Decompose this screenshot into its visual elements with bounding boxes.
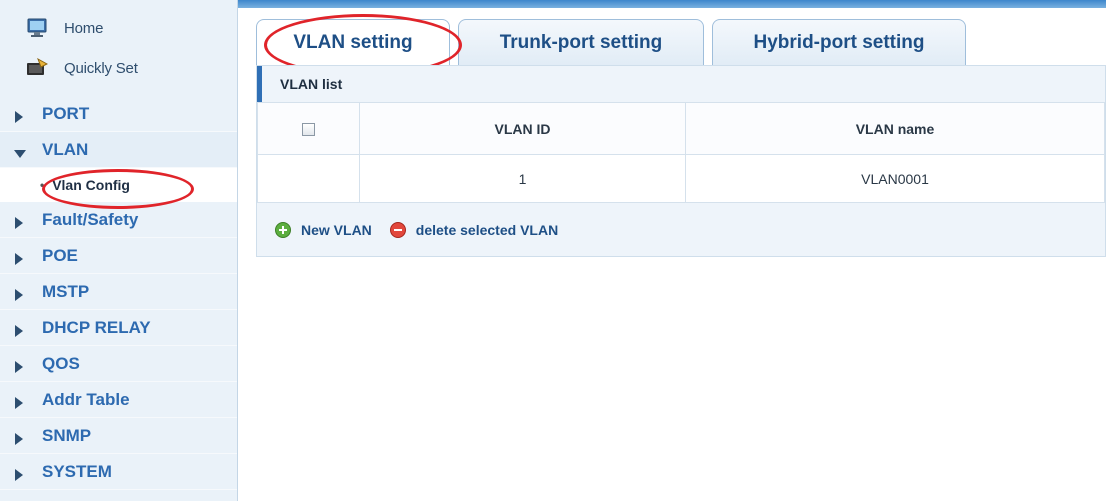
home-link[interactable]: Home <box>0 8 237 48</box>
table-header-row: VLAN ID VLAN name <box>257 102 1105 155</box>
delete-selected-vlan-button[interactable]: delete selected VLAN <box>389 222 559 238</box>
column-header-vlan-name: VLAN name <box>685 102 1105 155</box>
cell-vlan-id: 1 <box>359 154 686 203</box>
vlan-panel: VLAN list VLAN ID VLAN name 1 VLAN0001 N… <box>256 65 1106 257</box>
remove-circle-icon <box>389 222 406 238</box>
quickly-set-label: Quickly Set <box>64 59 138 77</box>
triangle-right-icon <box>14 108 24 123</box>
tab-trunk-port-setting[interactable]: Trunk-port setting <box>458 19 704 65</box>
delete-selected-vlan-label: delete selected VLAN <box>415 222 559 238</box>
select-all-cell <box>257 102 360 155</box>
quick-set-icon <box>26 57 49 78</box>
menu-poe-label: POE <box>42 245 78 265</box>
top-accent-bar <box>238 0 1106 8</box>
triangle-right-icon <box>14 214 24 229</box>
submenu-vlan-config-label: Vlan Config <box>52 177 130 193</box>
triangle-right-icon <box>14 466 24 481</box>
menu-snmp[interactable]: SNMP <box>0 418 237 454</box>
tab-bar: VLAN setting Trunk-port setting Hybrid-p… <box>256 19 974 65</box>
app-root: Home Quickly Set PORT VLAN • Vlan Config… <box>0 0 1106 501</box>
sidebar-top: Home Quickly Set <box>0 0 237 96</box>
action-bar: New VLAN delete selected VLAN <box>257 203 1105 257</box>
select-all-checkbox[interactable] <box>302 123 315 137</box>
triangle-right-icon <box>14 250 24 265</box>
vlan-list-title: VLAN list <box>257 66 1105 102</box>
menu-mstp-label: MSTP <box>42 281 90 301</box>
tab-trunk-port-setting-label: Trunk-port setting <box>499 31 663 53</box>
vlan-list-title-text: VLAN list <box>280 76 343 92</box>
tab-hybrid-port-setting-label: Hybrid-port setting <box>753 31 925 53</box>
triangle-down-icon <box>14 144 26 158</box>
tab-vlan-setting[interactable]: VLAN setting <box>256 19 450 65</box>
menu-fault-safety-label: Fault/Safety <box>42 209 139 229</box>
menu-dhcp-relay[interactable]: DHCP RELAY <box>0 310 237 346</box>
triangle-right-icon <box>14 358 24 373</box>
menu-vlan-label: VLAN <box>42 139 89 159</box>
bullet-icon: • <box>40 178 45 192</box>
new-vlan-button[interactable]: New VLAN <box>275 222 372 238</box>
submenu-vlan-config[interactable]: • Vlan Config <box>0 168 237 202</box>
menu-addr-table[interactable]: Addr Table <box>0 382 237 418</box>
triangle-right-icon <box>14 394 24 409</box>
sidebar: Home Quickly Set PORT VLAN • Vlan Config… <box>0 0 238 501</box>
menu-port-label: PORT <box>42 103 90 123</box>
column-header-vlan-id: VLAN ID <box>359 102 686 155</box>
quickly-set-link[interactable]: Quickly Set <box>0 48 237 88</box>
menu-snmp-label: SNMP <box>42 425 92 445</box>
home-icon <box>26 18 48 38</box>
menu-system-label: SYSTEM <box>42 461 112 481</box>
tab-vlan-setting-label: VLAN setting <box>293 31 413 53</box>
row-select-cell <box>257 154 360 203</box>
menu-poe[interactable]: POE <box>0 238 237 274</box>
triangle-right-icon <box>14 430 24 445</box>
vlan-table: VLAN ID VLAN name 1 VLAN0001 <box>257 102 1105 203</box>
menu-system[interactable]: SYSTEM <box>0 454 237 490</box>
menu-port[interactable]: PORT <box>0 96 237 132</box>
triangle-right-icon <box>14 286 24 301</box>
menu-qos-label: QOS <box>42 353 80 373</box>
cell-vlan-name: VLAN0001 <box>685 154 1105 203</box>
menu-fault-safety[interactable]: Fault/Safety <box>0 202 237 238</box>
add-circle-icon <box>275 222 291 238</box>
menu-dhcp-relay-label: DHCP RELAY <box>42 317 151 337</box>
new-vlan-label: New VLAN <box>301 222 372 238</box>
menu-mstp[interactable]: MSTP <box>0 274 237 310</box>
table-row[interactable]: 1 VLAN0001 <box>257 154 1105 203</box>
home-label: Home <box>64 19 104 37</box>
menu-qos[interactable]: QOS <box>0 346 237 382</box>
menu-vlan[interactable]: VLAN <box>0 132 237 168</box>
triangle-right-icon <box>14 322 24 337</box>
tab-hybrid-port-setting[interactable]: Hybrid-port setting <box>712 19 966 65</box>
menu-addr-table-label: Addr Table <box>42 389 130 409</box>
